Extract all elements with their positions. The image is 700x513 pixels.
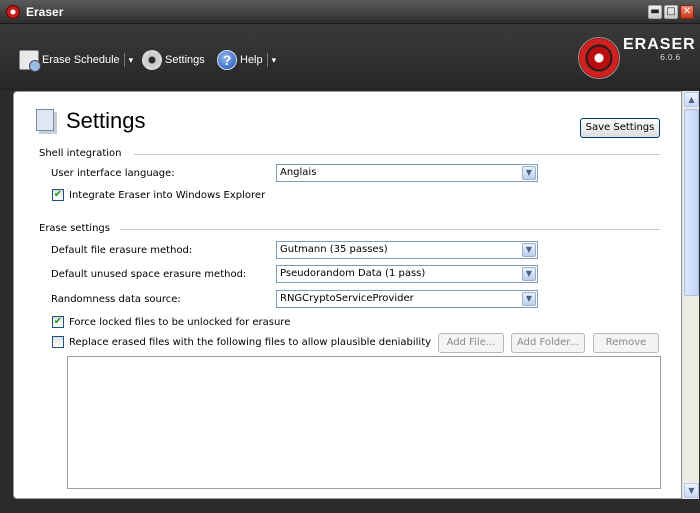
logo-version: 6.0.6 — [660, 53, 681, 62]
erase-schedule-label: Erase Schedule — [42, 54, 120, 66]
add-file-button[interactable]: Add File... — [438, 333, 504, 353]
chevron-down-icon[interactable]: ▼ — [522, 292, 536, 306]
group-divider — [120, 229, 660, 230]
window-frame-bottom — [0, 499, 700, 513]
settings-panel: Settings Save Settings Shell integration… — [13, 91, 682, 499]
maximize-button[interactable]: □ — [664, 5, 678, 19]
help-dropdown-icon[interactable]: ▾ — [266, 53, 276, 67]
settings-page-icon — [36, 109, 54, 131]
erase-settings-heading: Erase settings — [39, 223, 110, 234]
replace-files-checkbox[interactable] — [52, 336, 64, 348]
remove-button[interactable]: Remove — [593, 333, 659, 353]
randomness-value: RNGCryptoServiceProvider — [280, 293, 414, 304]
scrollbar-thumb[interactable] — [684, 109, 699, 296]
erase-schedule-button[interactable]: Erase Schedule ▾ — [19, 48, 133, 72]
settings-label: Settings — [165, 54, 205, 66]
toolbar: Erase Schedule ▾ Settings ? Help ▾ ERASE… — [0, 24, 700, 90]
unused-method-label: Default unused space erasure method: — [51, 269, 247, 280]
help-icon: ? — [217, 50, 237, 70]
force-unlock-label: Force locked files to be unlocked for er… — [69, 317, 291, 328]
group-divider — [134, 154, 660, 155]
logo-name: ERASER — [623, 36, 696, 53]
force-unlock-checkbox[interactable]: ✔ — [52, 316, 64, 328]
eraser-logo-icon — [578, 37, 620, 79]
language-select[interactable]: Anglais ▼ — [276, 164, 538, 182]
title-bar: Eraser ▬ □ ✕ — [0, 0, 700, 24]
file-method-value: Gutmann (35 passes) — [280, 244, 388, 255]
randomness-select[interactable]: RNGCryptoServiceProvider ▼ — [276, 290, 538, 308]
unused-method-value: Pseudorandom Data (1 pass) — [280, 268, 426, 279]
settings-gear-icon — [142, 50, 162, 70]
integrate-explorer-label: Integrate Eraser into Windows Explorer — [69, 190, 266, 201]
randomness-label: Randomness data source: — [51, 294, 181, 305]
erase-schedule-icon — [19, 50, 41, 72]
minimize-button[interactable]: ▬ — [648, 5, 662, 19]
close-button[interactable]: ✕ — [680, 5, 694, 19]
erase-schedule-dropdown-icon[interactable]: ▾ — [123, 53, 133, 67]
vertical-scrollbar[interactable]: ▲ ▼ — [682, 91, 699, 499]
scroll-up-icon[interactable]: ▲ — [684, 92, 699, 107]
chevron-down-icon[interactable]: ▼ — [522, 267, 536, 281]
scroll-down-icon[interactable]: ▼ — [684, 483, 699, 498]
replace-files-label: Replace erased files with the following … — [69, 337, 432, 348]
unused-method-select[interactable]: Pseudorandom Data (1 pass) ▼ — [276, 265, 538, 283]
page-title: Settings — [66, 108, 146, 133]
app-icon — [6, 5, 20, 19]
help-label: Help — [240, 54, 263, 66]
file-method-select[interactable]: Gutmann (35 passes) ▼ — [276, 241, 538, 259]
add-folder-button[interactable]: Add Folder... — [511, 333, 585, 353]
file-method-label: Default file erasure method: — [51, 245, 193, 256]
plausible-deniability-file-list[interactable] — [67, 356, 661, 489]
chevron-down-icon[interactable]: ▼ — [522, 166, 536, 180]
settings-button[interactable]: Settings — [142, 48, 205, 72]
integrate-explorer-checkbox[interactable]: ✔ — [52, 189, 64, 201]
save-settings-button[interactable]: Save Settings — [580, 118, 660, 138]
language-label: User interface language: — [51, 168, 175, 179]
language-value: Anglais — [280, 167, 317, 178]
window-title: Eraser — [26, 5, 64, 19]
help-button[interactable]: ? Help ▾ — [217, 48, 276, 72]
chevron-down-icon[interactable]: ▼ — [522, 243, 536, 257]
shell-integration-heading: Shell integration — [39, 148, 122, 159]
